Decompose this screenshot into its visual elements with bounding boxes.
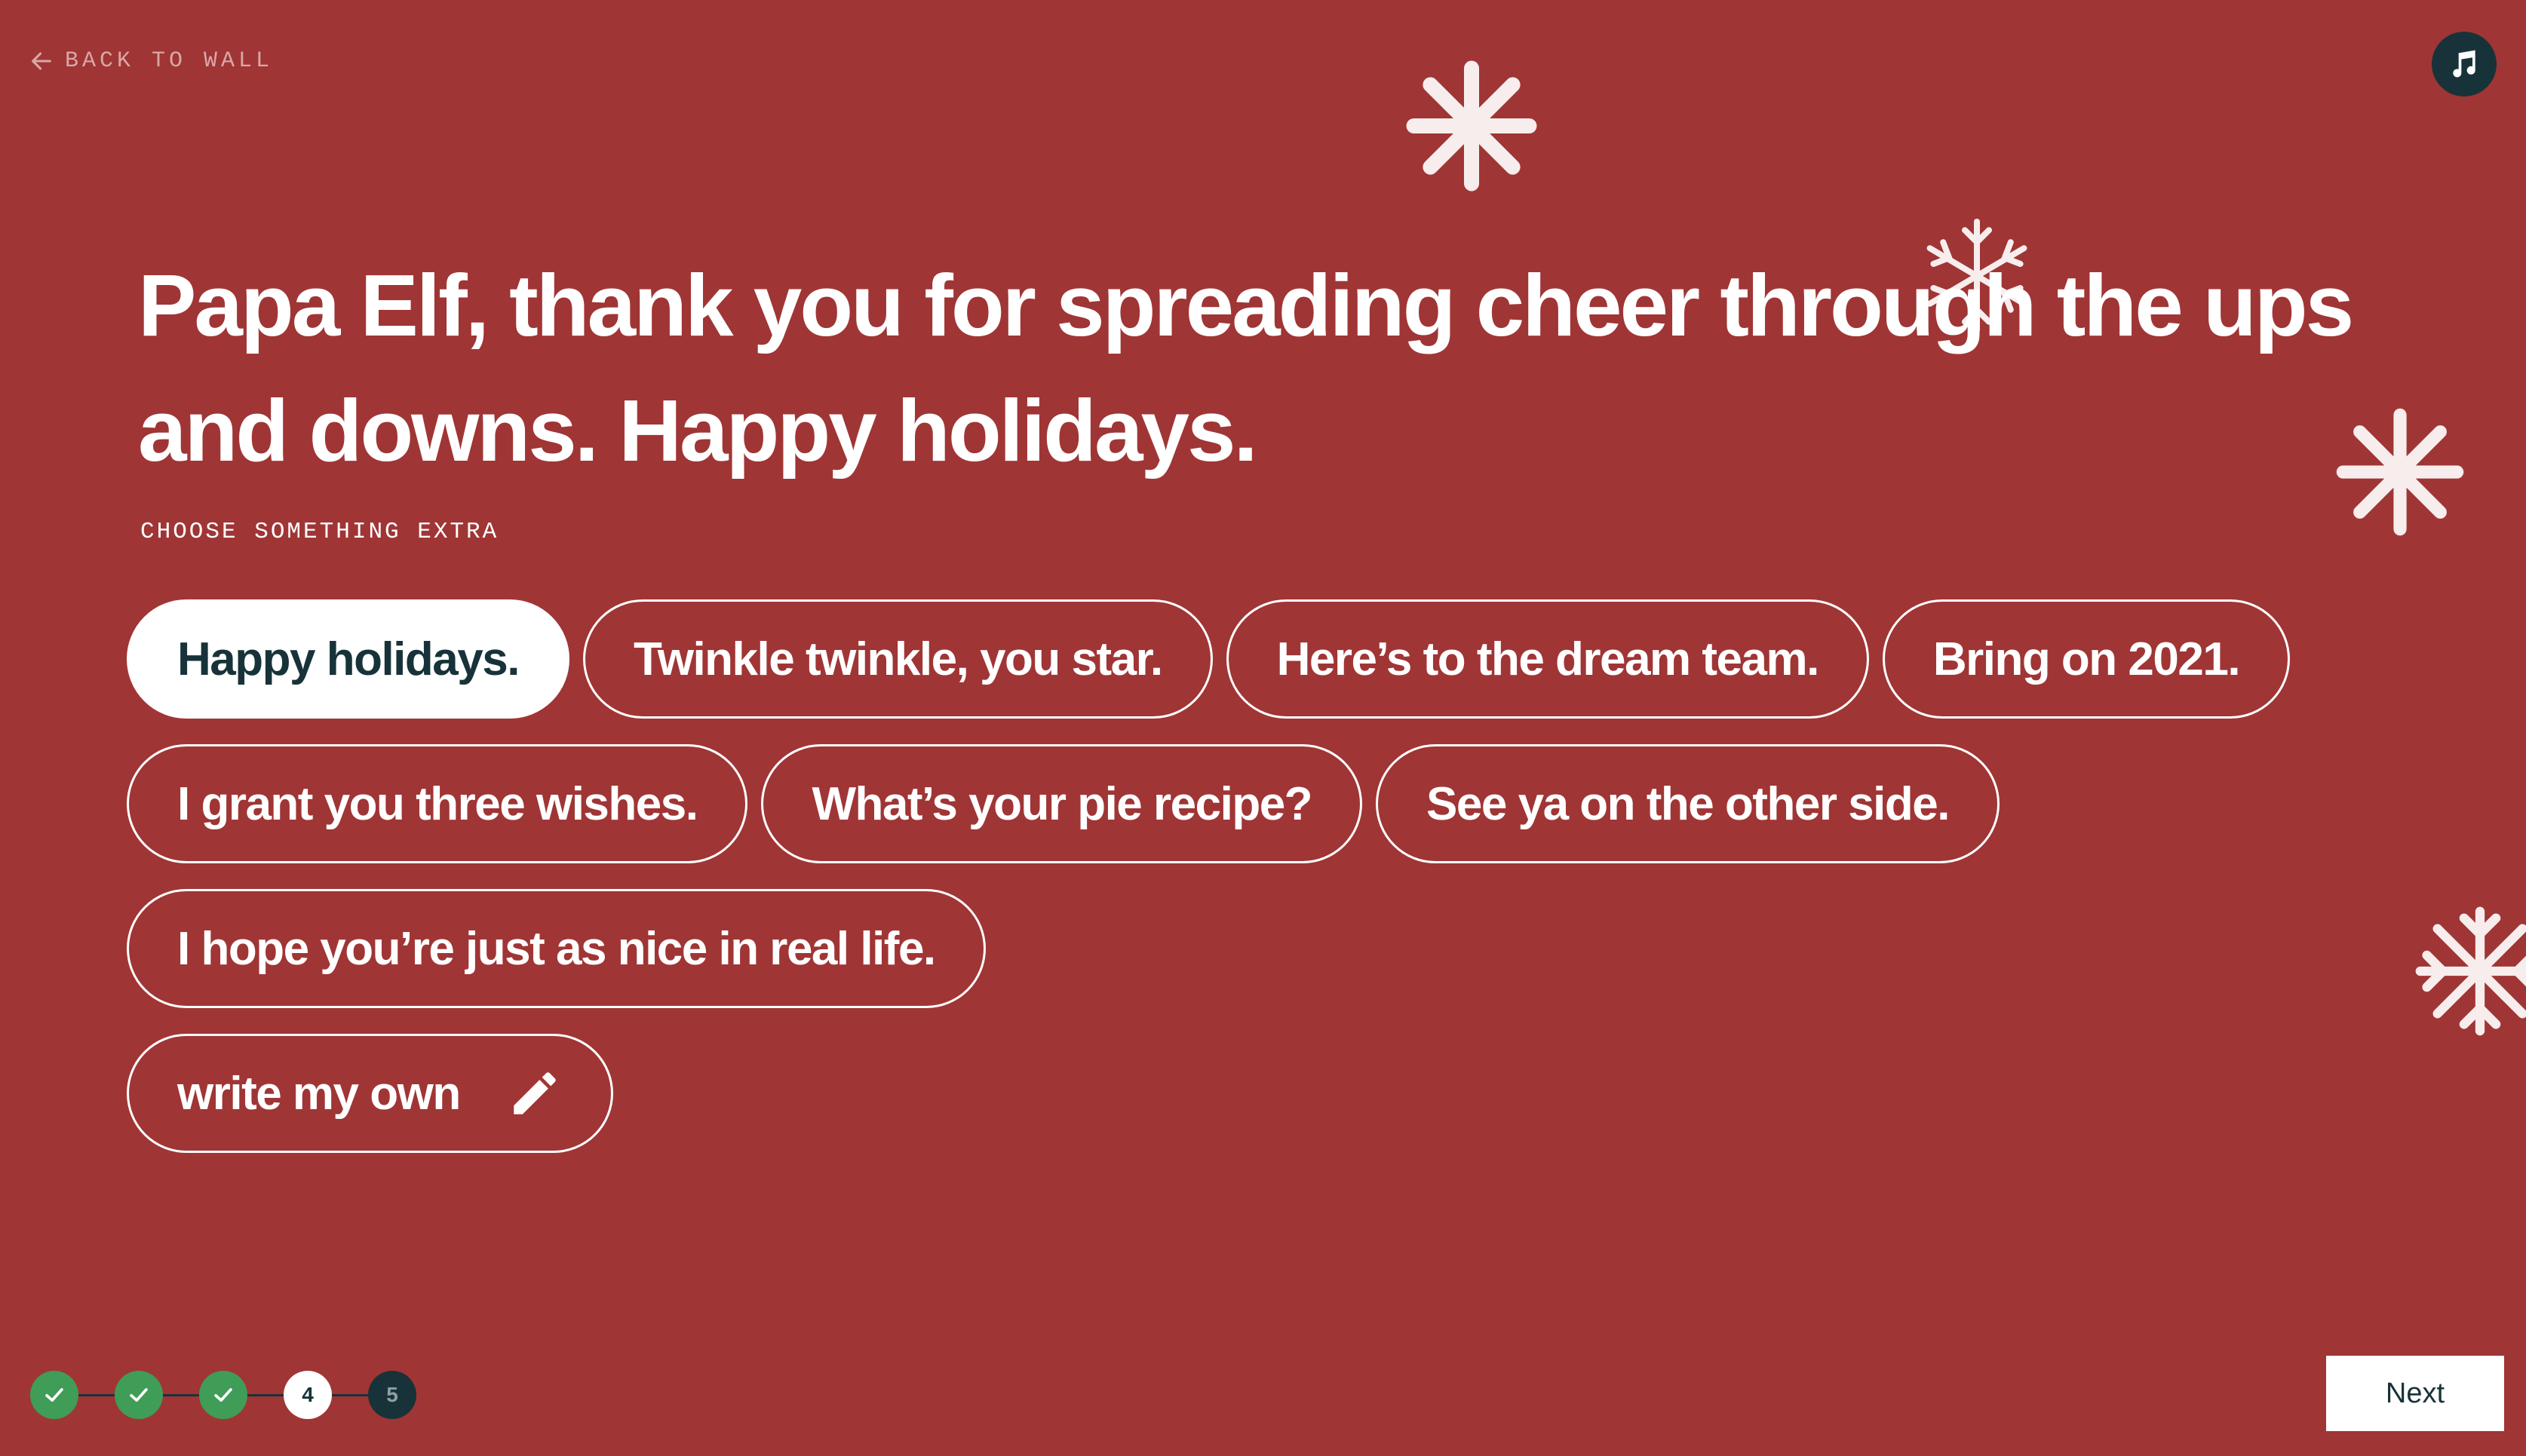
progress-stepper: 4 5	[30, 1371, 416, 1419]
option-chip-twinkle-twinkle[interactable]: Twinkle twinkle, you star.	[582, 599, 1213, 719]
step-4-current: 4	[284, 1371, 332, 1419]
back-to-wall-link[interactable]: BACK TO WALL	[29, 48, 273, 74]
write-my-own-button[interactable]: write my own	[127, 1034, 613, 1153]
step-connector	[163, 1393, 199, 1396]
music-note-icon	[2453, 50, 2475, 78]
step-5-upcoming: 5	[368, 1371, 416, 1419]
option-row: I grant you three wishes. What’s your pi…	[127, 744, 2450, 863]
option-row: Happy holidays. Twinkle twinkle, you sta…	[127, 599, 2450, 719]
page: BACK TO WALL Papa Elf, thank you for spr…	[0, 0, 2526, 1456]
option-chip-other-side[interactable]: See ya on the other side.	[1376, 744, 2000, 863]
next-button[interactable]: Next	[2326, 1356, 2504, 1431]
step-connector	[78, 1393, 115, 1396]
option-chip-dream-team[interactable]: Here’s to the dream team.	[1226, 599, 1869, 719]
checkmark-icon	[130, 1388, 148, 1402]
snowflake-icon	[1403, 57, 1540, 195]
checkmark-icon	[214, 1388, 232, 1402]
choose-extra-label: CHOOSE SOMETHING EXTRA	[140, 519, 499, 545]
step-connector	[247, 1393, 284, 1396]
option-chip-happy-holidays[interactable]: Happy holidays.	[127, 599, 569, 719]
step-1-complete	[30, 1371, 78, 1419]
option-row: I hope you’re just as nice in real life.	[127, 889, 2450, 1008]
option-row: write my own	[127, 1034, 2450, 1153]
checkmark-icon	[45, 1388, 63, 1402]
step-3-complete	[199, 1371, 247, 1419]
step-2-complete	[115, 1371, 163, 1419]
back-to-wall-label: BACK TO WALL	[65, 48, 274, 74]
arrow-left-icon	[32, 52, 51, 70]
option-chip-three-wishes[interactable]: I grant you three wishes.	[127, 744, 748, 863]
write-my-own-label: write my own	[177, 1067, 461, 1120]
option-chip-pie-recipe[interactable]: What’s your pie recipe?	[761, 744, 1363, 863]
option-chip-bring-on-2021[interactable]: Bring on 2021.	[1882, 599, 2291, 719]
option-chip-nice-in-real-life[interactable]: I hope you’re just as nice in real life.	[127, 889, 986, 1008]
extra-options: Happy holidays. Twinkle twinkle, you sta…	[127, 599, 2450, 1179]
message-headline: Papa Elf, thank you for spreading cheer …	[138, 256, 2354, 480]
step-connector	[332, 1393, 368, 1396]
pencil-icon	[514, 1072, 556, 1114]
music-toggle-button[interactable]	[2432, 32, 2497, 97]
